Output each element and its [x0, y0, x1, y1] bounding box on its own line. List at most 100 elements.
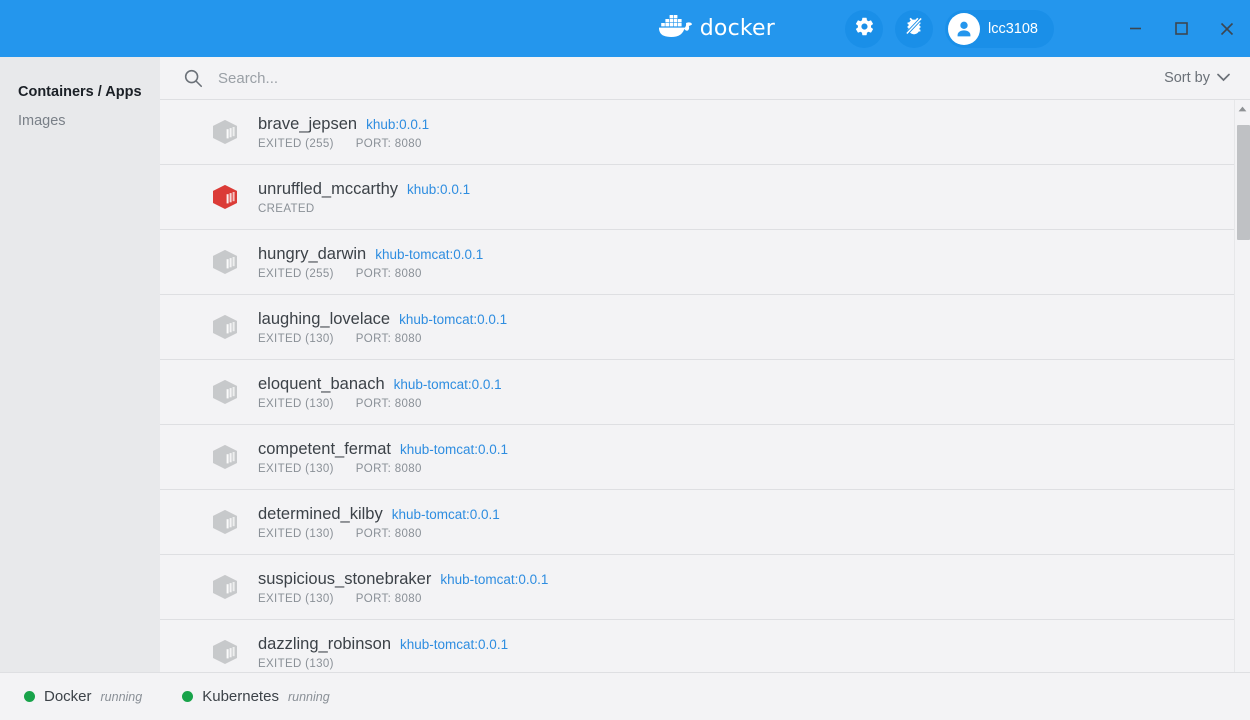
container-info: determined_kilby khub-tomcat:0.0.1 EXITED … [258, 505, 500, 540]
container-info: laughing_lovelace khub-tomcat:0.0.1 EXITED… [258, 310, 507, 345]
minimize-button[interactable] [1112, 0, 1158, 57]
container-info: hungry_darwin khub-tomcat:0.0.1 EXITED (25… [258, 245, 483, 280]
container-box-icon [208, 183, 242, 211]
container-port: PORT: 8080 [355, 137, 422, 150]
container-image-tag[interactable]: khub-tomcat:0.0.1 [392, 507, 500, 522]
container-box-icon [208, 443, 242, 471]
container-state: EXITED (130) [258, 462, 334, 475]
scroll-up-arrow-icon[interactable] [1235, 100, 1250, 117]
search-icon [182, 67, 204, 89]
container-box-icon [208, 378, 242, 406]
status-bar: Docker running Kubernetes running [0, 672, 1250, 720]
container-row[interactable]: unruffled_mccarthy khub:0.0.1 CREATED [160, 165, 1234, 230]
sidebar-item-label: Containers / Apps [18, 84, 142, 100]
sidebar: Containers / Apps Images [0, 57, 160, 672]
container-state: EXITED (130) [258, 657, 334, 670]
container-box-icon [208, 508, 242, 536]
container-state: EXITED (255) [258, 137, 334, 150]
user-avatar-icon [948, 12, 981, 45]
container-image-tag[interactable]: khub-tomcat:0.0.1 [399, 312, 507, 327]
container-image-tag[interactable]: khub-tomcat:0.0.1 [375, 247, 483, 262]
container-info: brave_jepsen khub:0.0.1 EXITED (255) PORT: … [258, 115, 429, 150]
scrollbar-thumb[interactable] [1237, 125, 1250, 240]
status-state: running [100, 689, 143, 704]
container-state: CREATED [258, 202, 315, 215]
container-row[interactable]: competent_fermat khub-tomcat:0.0.1 EXITED … [160, 425, 1234, 490]
container-port: PORT: 8080 [355, 397, 422, 410]
container-name: unruffled_mccarthy [258, 179, 399, 198]
title-bar-actions: lcc3108 [845, 9, 1054, 48]
sidebar-item-label: Images [18, 113, 66, 129]
gear-icon [854, 16, 875, 42]
maximize-button[interactable] [1158, 0, 1204, 57]
container-image-tag[interactable]: khub:0.0.1 [407, 182, 470, 197]
container-name: laughing_lovelace [258, 309, 391, 328]
sort-by-dropdown[interactable]: Sort by [1164, 70, 1230, 86]
username-label: lcc3108 [988, 20, 1038, 37]
container-box-icon [208, 638, 242, 666]
container-box-icon [208, 573, 242, 601]
container-info: competent_fermat khub-tomcat:0.0.1 EXITED … [258, 440, 508, 475]
container-box-icon [208, 313, 242, 341]
container-port: PORT: 8080 [355, 267, 422, 280]
container-name: suspicious_stonebraker [258, 569, 432, 588]
status-dot-icon [182, 691, 194, 702]
container-row[interactable]: determined_kilby khub-tomcat:0.0.1 EXITED … [160, 490, 1234, 555]
docker-whale-icon [658, 13, 693, 44]
container-name: dazzling_robinson [258, 634, 392, 653]
container-box-icon [208, 248, 242, 276]
close-button[interactable] [1204, 0, 1250, 57]
container-box-icon [208, 118, 242, 146]
status-label: Docker [44, 688, 92, 705]
container-state: EXITED (130) [258, 592, 334, 605]
chevron-down-icon [1217, 70, 1230, 86]
container-image-tag[interactable]: khub-tomcat:0.0.1 [400, 637, 508, 652]
docker-desktop-window: docker lcc3108 Containers / Apps Images … [0, 0, 1250, 720]
docker-brand: docker [658, 13, 775, 44]
container-info: suspicious_stonebraker khub-tomcat:0.0.1 E… [258, 570, 548, 605]
sidebar-item-containers-apps[interactable]: Containers / Apps [0, 78, 160, 107]
status-item-kubernetes[interactable]: Kubernetes running [182, 688, 330, 705]
container-row[interactable]: suspicious_stonebraker khub-tomcat:0.0.1 E… [160, 555, 1234, 620]
container-port: PORT: 8080 [355, 527, 422, 540]
container-state: EXITED (130) [258, 332, 334, 345]
user-account-button[interactable]: lcc3108 [945, 9, 1054, 48]
troubleshoot-button[interactable] [895, 9, 934, 48]
container-info: unruffled_mccarthy khub:0.0.1 CREATED [258, 180, 470, 215]
status-item-docker[interactable]: Docker running [24, 688, 142, 705]
list-scrollbar[interactable] [1234, 100, 1250, 672]
container-info: eloquent_banach khub-tomcat:0.0.1 EXITED (… [258, 375, 502, 410]
sidebar-item-images[interactable]: Images [0, 107, 160, 136]
status-label: Kubernetes [202, 688, 279, 705]
search-bar: Sort by [160, 57, 1250, 100]
container-name: hungry_darwin [258, 244, 367, 263]
container-name: determined_kilby [258, 504, 383, 523]
container-row[interactable]: brave_jepsen khub:0.0.1 EXITED (255) PORT: … [160, 100, 1234, 165]
container-row[interactable]: laughing_lovelace khub-tomcat:0.0.1 EXITED… [160, 295, 1234, 360]
container-name: eloquent_banach [258, 374, 385, 393]
window-controls [1112, 0, 1250, 57]
scrollbar-track[interactable] [1235, 117, 1250, 672]
status-state: running [287, 689, 330, 704]
container-row[interactable]: eloquent_banach khub-tomcat:0.0.1 EXITED (… [160, 360, 1234, 425]
container-port: PORT: 8080 [355, 592, 422, 605]
status-dot-icon [24, 691, 35, 702]
container-image-tag[interactable]: khub-tomcat:0.0.1 [440, 572, 548, 587]
container-row[interactable]: hungry_darwin khub-tomcat:0.0.1 EXITED (25… [160, 230, 1234, 295]
container-state: EXITED (255) [258, 267, 334, 280]
container-row[interactable]: dazzling_robinson khub-tomcat:0.0.1 EXITED… [160, 620, 1234, 672]
container-image-tag[interactable]: khub-tomcat:0.0.1 [400, 442, 508, 457]
container-image-tag[interactable]: khub-tomcat:0.0.1 [394, 377, 502, 392]
container-list: brave_jepsen khub:0.0.1 EXITED (255) PORT: … [160, 100, 1234, 672]
container-image-tag[interactable]: khub:0.0.1 [366, 117, 429, 132]
container-name: competent_fermat [258, 439, 391, 458]
title-bar: docker lcc3108 [0, 0, 1250, 57]
container-name: brave_jepsen [258, 114, 358, 133]
settings-button[interactable] [845, 9, 884, 48]
container-state: EXITED (130) [258, 527, 334, 540]
search-input[interactable] [218, 69, 1165, 87]
docker-wordmark: docker [699, 16, 776, 41]
container-port: PORT: 8080 [355, 332, 422, 345]
container-info: dazzling_robinson khub-tomcat:0.0.1 EXITED… [258, 635, 508, 670]
bug-slash-icon [903, 15, 925, 42]
